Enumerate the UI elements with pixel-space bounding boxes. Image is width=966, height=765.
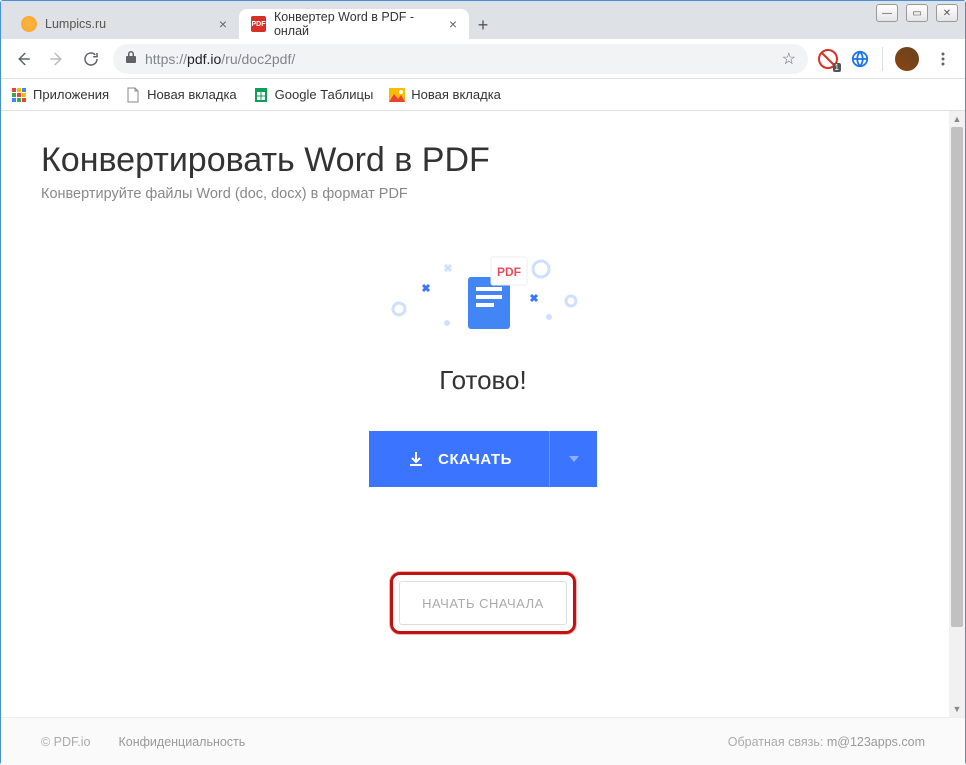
bookmark-google-sheets[interactable]: Google Таблицы — [253, 87, 374, 103]
bookmark-new-tab-1[interactable]: Новая вкладка — [125, 87, 237, 103]
picture-icon — [389, 87, 405, 103]
restart-button-label: НАЧАТЬ СНАЧАЛА — [422, 596, 544, 611]
scroll-thumb[interactable] — [951, 127, 963, 627]
bookmark-apps[interactable]: Приложения — [11, 87, 109, 103]
bookmark-label: Новая вкладка — [411, 87, 501, 102]
footer-privacy-link[interactable]: Конфиденциальность — [119, 735, 246, 749]
tab-close-icon[interactable]: × — [219, 17, 227, 31]
extension-badge: 1 — [833, 63, 841, 72]
bookmark-label: Приложения — [33, 87, 109, 102]
pdf-favicon-icon: PDF — [251, 16, 266, 32]
sheets-icon — [253, 87, 269, 103]
url-text: https://pdf.io/ru/doc2pdf/ — [145, 51, 295, 67]
tab-lumpics[interactable]: Lumpics.ru × — [9, 9, 239, 39]
lock-icon — [125, 50, 137, 67]
download-options-button[interactable] — [549, 431, 597, 487]
footer-brand: © PDF.io — [41, 735, 91, 749]
forward-button[interactable] — [45, 47, 69, 71]
download-button-label: СКАЧАТЬ — [438, 451, 512, 468]
caret-down-icon — [567, 452, 581, 466]
page-title: Конвертировать Word в PDF — [1, 141, 965, 180]
toolbar-divider — [882, 47, 883, 71]
arrow-right-icon — [48, 50, 66, 68]
extension-adblock-icon[interactable]: 1 — [818, 49, 838, 69]
restart-button[interactable]: НАЧАТЬ СНАЧАЛА — [399, 581, 567, 625]
restart-highlight: НАЧАТЬ СНАЧАЛА — [390, 572, 576, 634]
page-subtitle: Конвертируйте файлы Word (doc, docx) в ф… — [1, 186, 965, 202]
extension-globe-icon[interactable] — [850, 49, 870, 69]
vertical-scrollbar[interactable]: ▲ ▼ — [949, 111, 965, 717]
arrow-left-icon — [14, 50, 32, 68]
footer-feedback-email[interactable]: m@123apps.com — [827, 735, 925, 749]
svg-text:PDF: PDF — [497, 265, 521, 279]
page-icon — [125, 87, 141, 103]
tab-title: Конвертер Word в PDF - онлай — [274, 10, 441, 38]
scroll-up-button[interactable]: ▲ — [949, 111, 965, 127]
reload-icon — [82, 50, 100, 68]
bookmark-label: Google Таблицы — [275, 87, 374, 102]
ready-status-label: Готово! — [1, 365, 965, 396]
browser-toolbar: https://pdf.io/ru/doc2pdf/ ☆ 1 — [1, 39, 965, 79]
browser-menu-button[interactable] — [931, 47, 955, 71]
conversion-illustration: PDF — [373, 247, 593, 347]
new-tab-button[interactable]: + — [469, 11, 497, 39]
window-maximize-button[interactable]: ▭ — [906, 4, 928, 22]
bookmarks-bar: Приложения Новая вкладка Google Таблицы … — [1, 79, 965, 111]
tab-pdfio[interactable]: PDF Конвертер Word в PDF - онлай × — [239, 9, 469, 39]
profile-avatar[interactable] — [895, 47, 919, 71]
footer-feedback-label: Обратная связь: — [728, 735, 827, 749]
window-minimize-button[interactable]: — — [876, 4, 898, 22]
back-button[interactable] — [11, 47, 35, 71]
page-footer: © PDF.io Конфиденциальность Обратная свя… — [1, 717, 965, 765]
reload-button[interactable] — [79, 47, 103, 71]
orange-favicon-icon — [21, 16, 37, 32]
bookmark-star-icon[interactable]: ☆ — [782, 49, 796, 69]
kebab-menu-icon — [935, 51, 951, 67]
bookmark-label: Новая вкладка — [147, 87, 237, 102]
apps-grid-icon — [11, 87, 27, 103]
scroll-down-button[interactable]: ▼ — [949, 701, 965, 717]
address-bar[interactable]: https://pdf.io/ru/doc2pdf/ ☆ — [113, 44, 808, 74]
tab-title: Lumpics.ru — [45, 17, 106, 31]
bookmark-new-tab-2[interactable]: Новая вкладка — [389, 87, 501, 103]
download-button[interactable]: СКАЧАТЬ — [369, 431, 549, 487]
tab-close-icon[interactable]: × — [449, 17, 457, 31]
tab-strip: Lumpics.ru × PDF Конвертер Word в PDF - … — [1, 1, 965, 39]
page-content: Конвертировать Word в PDF Конвертируйте … — [1, 111, 965, 765]
download-icon — [406, 449, 426, 469]
window-close-button[interactable]: ✕ — [936, 4, 958, 22]
